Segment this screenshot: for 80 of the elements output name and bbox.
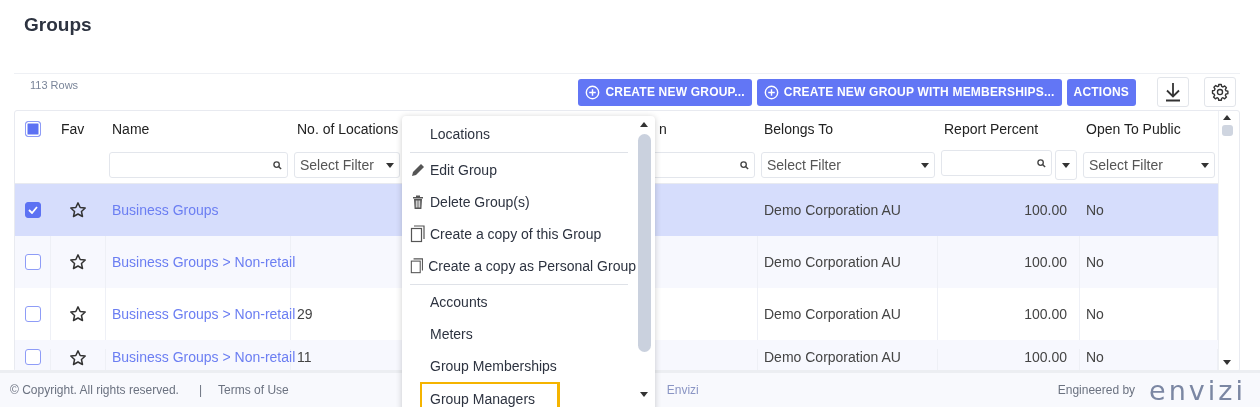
pencil-icon bbox=[410, 162, 426, 178]
row-checkbox[interactable] bbox=[24, 254, 41, 270]
row-count: 113 Rows bbox=[30, 79, 79, 91]
checkmark-icon bbox=[27, 206, 38, 214]
menu-item[interactable]: Group Memberships bbox=[402, 350, 636, 382]
caret-icon bbox=[386, 162, 394, 168]
scroll-thumb[interactable] bbox=[1222, 125, 1233, 136]
menu-item[interactable]: Group Managers bbox=[420, 382, 560, 407]
menu-item[interactable]: Edit Group bbox=[402, 154, 636, 186]
download-icon bbox=[1164, 82, 1182, 102]
scrollbar[interactable] bbox=[1218, 111, 1236, 371]
table-cell: No bbox=[1086, 202, 1104, 218]
engineered-by-text: Engineered by bbox=[1057, 383, 1136, 397]
table-cell: 29 bbox=[297, 306, 313, 322]
column-header[interactable]: Belongs To bbox=[758, 121, 833, 137]
star-icon[interactable] bbox=[69, 349, 87, 367]
filter-select[interactable]: Select Filter bbox=[294, 152, 400, 178]
menu-item[interactable]: Accounts bbox=[402, 286, 636, 318]
create-button[interactable]: CREATE NEW GROUP... bbox=[578, 78, 752, 106]
trash-icon bbox=[410, 194, 426, 210]
separator: | bbox=[198, 383, 203, 397]
table-cell: 100.00 bbox=[1024, 202, 1067, 218]
menu-heading: Locations bbox=[429, 125, 491, 144]
scroll-thumb[interactable] bbox=[638, 134, 651, 352]
scroll-up-icon[interactable] bbox=[640, 122, 648, 127]
create-button[interactable]: CREATE NEW GROUP WITH MEMBERSHIPS... bbox=[756, 78, 1062, 106]
column-header[interactable]: Open To Public bbox=[1080, 121, 1181, 137]
filter-select[interactable]: Select Filter bbox=[761, 152, 935, 178]
filter-field[interactable] bbox=[109, 152, 288, 178]
table-cell: Demo Corporation AU bbox=[764, 202, 901, 218]
table-cell: No bbox=[1086, 254, 1104, 270]
menu-item[interactable]: Meters bbox=[402, 318, 636, 350]
menu-item[interactable]: Delete Group(s) bbox=[402, 186, 636, 218]
table-cell: 100.00 bbox=[1024, 306, 1067, 322]
star-icon[interactable] bbox=[69, 201, 87, 219]
settings-button[interactable] bbox=[1204, 77, 1236, 107]
table-cell: Demo Corporation AU bbox=[764, 254, 901, 270]
table-cell: No bbox=[1086, 349, 1104, 365]
table-cell: Demo Corporation AU bbox=[764, 306, 901, 322]
group-link[interactable]: Business Groups > Non-retail bbox=[112, 306, 296, 322]
menu-item[interactable]: Create a copy as Personal Group bbox=[402, 250, 636, 282]
menu-item[interactable]: Create a copy of this Group bbox=[402, 218, 636, 250]
select-all-checkbox[interactable] bbox=[25, 121, 41, 137]
column-header[interactable]: No. of Locations bbox=[291, 121, 399, 137]
logo: envizi bbox=[1149, 376, 1246, 404]
search-icon bbox=[740, 160, 749, 170]
copyright-text: © Copyright. All rights reserved. bbox=[10, 383, 179, 397]
settings-icon bbox=[1211, 82, 1229, 102]
filter-select[interactable]: Select Filter bbox=[1083, 152, 1215, 178]
terms-link[interactable]: Terms of Use bbox=[218, 383, 289, 397]
row-checkbox[interactable] bbox=[24, 202, 41, 218]
column-header[interactable]: Name bbox=[106, 121, 150, 137]
copy-icon bbox=[410, 257, 425, 275]
plus-circle-icon bbox=[585, 84, 601, 100]
caret-icon bbox=[1201, 162, 1209, 168]
search-icon bbox=[1037, 158, 1046, 168]
copy-icon bbox=[410, 225, 426, 243]
filter-dropdown[interactable] bbox=[1055, 150, 1077, 180]
table-cell: No bbox=[1086, 306, 1104, 322]
download-button[interactable] bbox=[1157, 77, 1189, 107]
table-cell: 100.00 bbox=[1024, 254, 1067, 270]
search-icon bbox=[273, 160, 282, 170]
column-header[interactable]: Fav bbox=[51, 121, 85, 137]
caret-icon bbox=[921, 162, 929, 168]
star-icon[interactable] bbox=[69, 305, 87, 323]
plus-circle-icon bbox=[763, 84, 779, 100]
table-cell: Demo Corporation AU bbox=[764, 349, 901, 365]
row-checkbox[interactable] bbox=[24, 306, 41, 322]
table-cell: 11 bbox=[297, 349, 312, 365]
star-icon[interactable] bbox=[69, 253, 87, 271]
scroll-up-icon[interactable] bbox=[1223, 115, 1231, 120]
page-title: Groups bbox=[24, 14, 92, 36]
caret-icon bbox=[1062, 162, 1070, 168]
scroll-down-icon[interactable] bbox=[640, 392, 648, 397]
column-header[interactable]: Report Percent bbox=[938, 121, 1039, 137]
filter-field[interactable] bbox=[941, 150, 1052, 176]
actions-button[interactable]: ACTIONS bbox=[1066, 78, 1136, 106]
row-checkbox[interactable] bbox=[24, 349, 41, 365]
scroll-down-icon[interactable] bbox=[1223, 360, 1231, 365]
table-cell: 100.00 bbox=[1024, 349, 1067, 365]
